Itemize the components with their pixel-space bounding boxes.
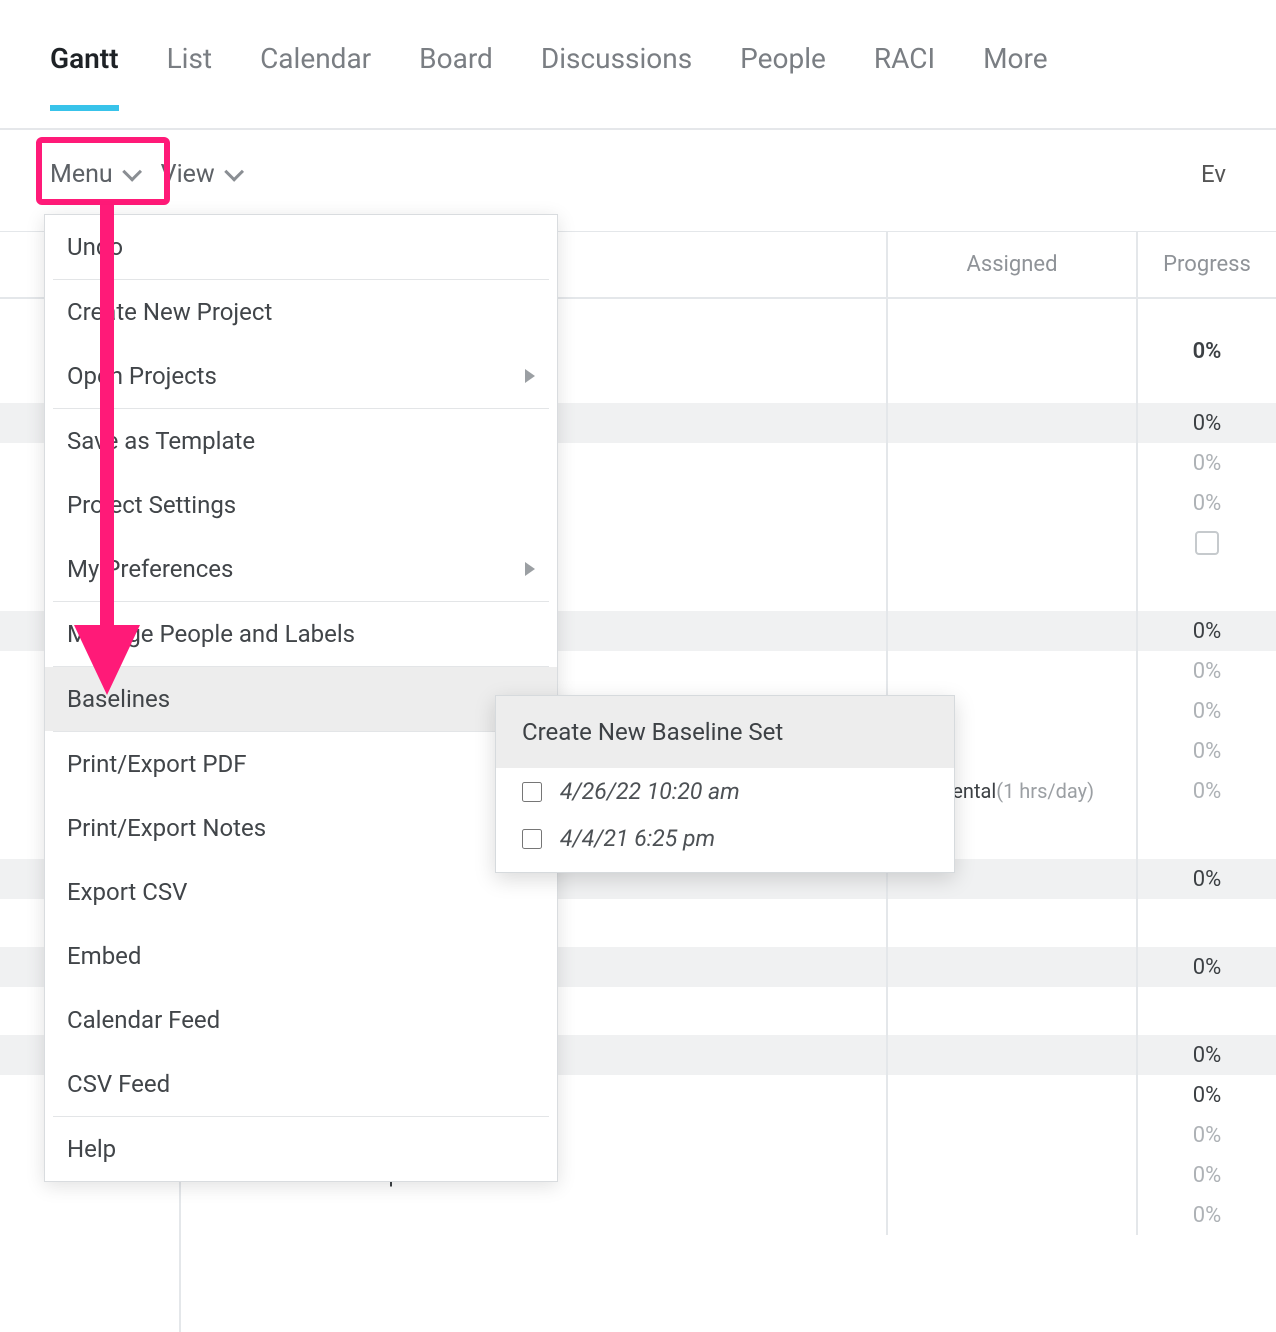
menu-item-manage-people[interactable]: Manage People and Labels bbox=[45, 602, 557, 666]
view-button[interactable]: View bbox=[161, 160, 239, 189]
cell-progress: 0% bbox=[1136, 403, 1276, 443]
chevron-right-icon bbox=[525, 562, 535, 576]
menu-item-print-notes[interactable]: Print/Export Notes bbox=[45, 796, 557, 860]
menu-item-export-csv[interactable]: Export CSV bbox=[45, 860, 557, 924]
tab-board[interactable]: Board bbox=[419, 42, 493, 111]
cell-progress: 0% bbox=[1136, 443, 1276, 483]
cell-progress bbox=[1136, 811, 1276, 859]
cell-assigned bbox=[886, 947, 1136, 987]
cell-progress: 0% bbox=[1136, 1075, 1276, 1115]
submenu-item-baseline-2[interactable]: 4/4/21 6:25 pm bbox=[496, 815, 954, 872]
menu-item-embed[interactable]: Embed bbox=[45, 924, 557, 988]
cell-assigned bbox=[886, 403, 1136, 443]
chevron-right-icon bbox=[525, 369, 535, 383]
cell-progress bbox=[1136, 563, 1276, 611]
cell-progress: 0% bbox=[1136, 1195, 1276, 1235]
cell-progress: 0% bbox=[1136, 1035, 1276, 1075]
cell-progress: 0% bbox=[1136, 947, 1276, 987]
menu-button-label: Menu bbox=[50, 160, 113, 189]
menu-item-help[interactable]: Help bbox=[45, 1117, 557, 1181]
tab-people[interactable]: People bbox=[740, 42, 826, 111]
cell-assigned bbox=[886, 563, 1136, 611]
menu-item-csv-feed[interactable]: CSV Feed bbox=[45, 1052, 557, 1116]
column-assigned[interactable]: Assigned bbox=[886, 232, 1136, 297]
checkbox[interactable] bbox=[522, 782, 542, 802]
tab-raci[interactable]: RACI bbox=[874, 42, 935, 111]
menu-item-create-project[interactable]: Create New Project bbox=[45, 280, 557, 344]
cell-assigned bbox=[886, 1195, 1136, 1235]
menu-dropdown: Undo Create New Project Open Projects Sa… bbox=[44, 214, 558, 1182]
column-progress[interactable]: Progress bbox=[1136, 232, 1276, 297]
cell-progress: 0% bbox=[1136, 483, 1276, 523]
cell-progress bbox=[1136, 987, 1276, 1035]
submenu-item-create-baseline[interactable]: Create New Baseline Set bbox=[496, 696, 954, 768]
submenu-item-baseline-1[interactable]: 4/26/22 10:20 am bbox=[496, 768, 954, 815]
view-button-label: View bbox=[161, 160, 215, 189]
baselines-submenu: Create New Baseline Set 4/26/22 10:20 am… bbox=[495, 695, 955, 873]
cell-progress: 0% bbox=[1136, 1115, 1276, 1155]
cell-assigned bbox=[886, 899, 1136, 947]
assignee-hours: (1 hrs/day) bbox=[996, 779, 1094, 803]
menu-item-save-template[interactable]: Save as Template bbox=[45, 409, 557, 473]
cell-assigned bbox=[886, 483, 1136, 523]
cell-progress bbox=[1136, 899, 1276, 947]
cell-assigned bbox=[886, 987, 1136, 1035]
menu-item-my-preferences[interactable]: My Preferences bbox=[45, 537, 557, 601]
menu-item-calendar-feed[interactable]: Calendar Feed bbox=[45, 988, 557, 1052]
tab-discussions[interactable]: Discussions bbox=[541, 42, 692, 111]
cell-assigned bbox=[886, 299, 1136, 403]
cell-assigned bbox=[886, 611, 1136, 651]
baseline-timestamp: 4/4/21 6:25 pm bbox=[560, 825, 715, 852]
menu-item-baselines[interactable]: Baselines bbox=[45, 667, 557, 731]
chevron-down-icon bbox=[224, 162, 244, 182]
cell-progress: 0% bbox=[1136, 771, 1276, 811]
tab-gantt[interactable]: Gantt bbox=[50, 42, 119, 111]
cell-assigned bbox=[886, 1155, 1136, 1195]
cell-progress: 0% bbox=[1136, 859, 1276, 899]
menu-button[interactable]: Menu bbox=[50, 160, 137, 189]
cell-progress[interactable] bbox=[1136, 523, 1276, 563]
view-tabs: Gantt List Calendar Board Discussions Pe… bbox=[0, 0, 1276, 130]
menu-item-project-settings[interactable]: Project Settings bbox=[45, 473, 557, 537]
menu-item-undo[interactable]: Undo bbox=[45, 215, 557, 279]
cell-progress: 0% bbox=[1136, 731, 1276, 771]
cell-assigned bbox=[886, 651, 1136, 691]
menu-item-print-pdf[interactable]: Print/Export PDF bbox=[45, 732, 557, 796]
checkbox[interactable] bbox=[522, 829, 542, 849]
cell-assigned bbox=[886, 1115, 1136, 1155]
cell-assigned bbox=[886, 523, 1136, 563]
cell-progress: 0% bbox=[1136, 691, 1276, 731]
tab-more[interactable]: More bbox=[983, 42, 1048, 111]
tab-list[interactable]: List bbox=[167, 42, 213, 111]
checkbox-icon[interactable] bbox=[1195, 531, 1219, 555]
cell-progress: 0% bbox=[1136, 299, 1276, 403]
tab-calendar[interactable]: Calendar bbox=[260, 42, 371, 111]
menu-item-open-projects[interactable]: Open Projects bbox=[45, 344, 557, 408]
chevron-down-icon bbox=[122, 162, 142, 182]
cell-assigned bbox=[886, 1035, 1136, 1075]
cell-progress: 0% bbox=[1136, 651, 1276, 691]
cell-progress: 0% bbox=[1136, 1155, 1276, 1195]
cell-assigned bbox=[886, 443, 1136, 483]
cell-assigned bbox=[886, 1075, 1136, 1115]
table-row: 0% bbox=[0, 1195, 1276, 1235]
toolbar: Menu View Ev bbox=[0, 130, 1276, 218]
cell-progress: 0% bbox=[1136, 611, 1276, 651]
baseline-timestamp: 4/26/22 10:20 am bbox=[560, 778, 740, 805]
toolbar-right-partial: Ev bbox=[1201, 160, 1226, 188]
